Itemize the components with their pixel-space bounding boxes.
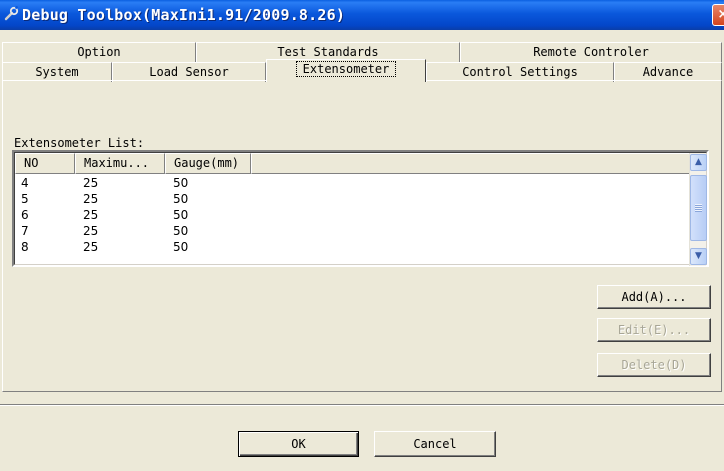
tab-label: Advance xyxy=(642,65,694,79)
cell-gauge: 50 xyxy=(173,224,189,238)
list-row[interactable]: 8 25 50 xyxy=(15,239,691,255)
tab-remote-controler[interactable]: Remote Controler xyxy=(460,42,722,62)
add-button[interactable]: Add(A)... xyxy=(597,285,711,309)
tab-control-settings[interactable]: Control Settings xyxy=(426,62,614,82)
edit-button[interactable]: Edit(E)... xyxy=(597,318,711,342)
extensometer-list-label: Extensometer List: xyxy=(14,136,145,150)
chevron-up-icon: ▲ xyxy=(695,157,702,167)
tab-system[interactable]: System xyxy=(2,62,112,82)
tab-label: Test Standards xyxy=(277,45,379,59)
list-row[interactable]: 4 25 50 xyxy=(15,175,691,191)
extensometer-list[interactable]: NO Maximu... Gauge(mm) 4 25 50 5 25 50 6 xyxy=(12,150,709,267)
list-rows: 4 25 50 5 25 50 6 25 50 7 25 50 8 25 50 xyxy=(15,175,691,255)
cell-gauge: 50 xyxy=(173,192,189,206)
column-header-gauge[interactable]: Gauge(mm) xyxy=(165,153,251,174)
cell-gauge: 50 xyxy=(173,208,189,222)
tab-advance[interactable]: Advance xyxy=(614,62,722,82)
list-header: NO Maximu... Gauge(mm) xyxy=(15,153,691,174)
cell-no: 4 xyxy=(21,176,29,190)
cell-maximum: 25 xyxy=(83,240,99,254)
column-header-filler xyxy=(251,153,691,174)
ok-button[interactable]: OK xyxy=(238,431,359,457)
chevron-down-icon: ▼ xyxy=(695,251,702,261)
tab-label: Remote Controler xyxy=(533,45,649,59)
cell-maximum: 25 xyxy=(83,208,99,222)
scroll-up-button[interactable]: ▲ xyxy=(690,154,707,171)
cell-maximum: 25 xyxy=(83,176,99,190)
close-button[interactable]: × xyxy=(712,4,724,26)
tab-label: Load Sensor xyxy=(149,65,229,79)
grip-icon xyxy=(695,204,702,212)
list-vertical-scrollbar[interactable]: ▲ ▼ xyxy=(689,153,707,266)
scrollbar-thumb[interactable] xyxy=(690,175,707,241)
cell-gauge: 50 xyxy=(173,176,189,190)
tab-label: Control Settings xyxy=(462,65,578,79)
window-title: Debug Toolbox(MaxIni1.91/2009.8.26) xyxy=(22,6,346,24)
column-header-no[interactable]: NO xyxy=(15,153,75,174)
list-row[interactable]: 6 25 50 xyxy=(15,207,691,223)
tab-label: Extensometer xyxy=(295,61,397,77)
cancel-button[interactable]: Cancel xyxy=(374,431,496,457)
list-row[interactable]: 5 25 50 xyxy=(15,191,691,207)
cell-maximum: 25 xyxy=(83,224,99,238)
tab-option[interactable]: Option xyxy=(2,42,196,62)
delete-button[interactable]: Delete(D) xyxy=(597,353,711,377)
close-icon: × xyxy=(717,7,724,22)
scroll-down-button[interactable]: ▼ xyxy=(690,248,707,265)
tab-load-sensor[interactable]: Load Sensor xyxy=(112,62,266,82)
tab-extensometer[interactable]: Extensometer xyxy=(266,59,426,82)
cell-gauge: 50 xyxy=(173,240,189,254)
cell-no: 7 xyxy=(21,224,29,238)
tab-label: Option xyxy=(77,45,121,59)
cell-no: 8 xyxy=(21,240,29,254)
wrench-icon xyxy=(4,6,19,21)
title-bar[interactable]: Debug Toolbox(MaxIni1.91/2009.8.26) × xyxy=(0,0,724,30)
dialog-separator xyxy=(0,404,724,406)
cell-no: 6 xyxy=(21,208,29,222)
column-header-maximum[interactable]: Maximu... xyxy=(75,153,165,174)
tab-label: System xyxy=(35,65,79,79)
cell-no: 5 xyxy=(21,192,29,206)
list-row[interactable]: 7 25 50 xyxy=(15,223,691,239)
cell-maximum: 25 xyxy=(83,192,99,206)
debug-toolbox-window: Debug Toolbox(MaxIni1.91/2009.8.26) × Op… xyxy=(0,0,724,471)
